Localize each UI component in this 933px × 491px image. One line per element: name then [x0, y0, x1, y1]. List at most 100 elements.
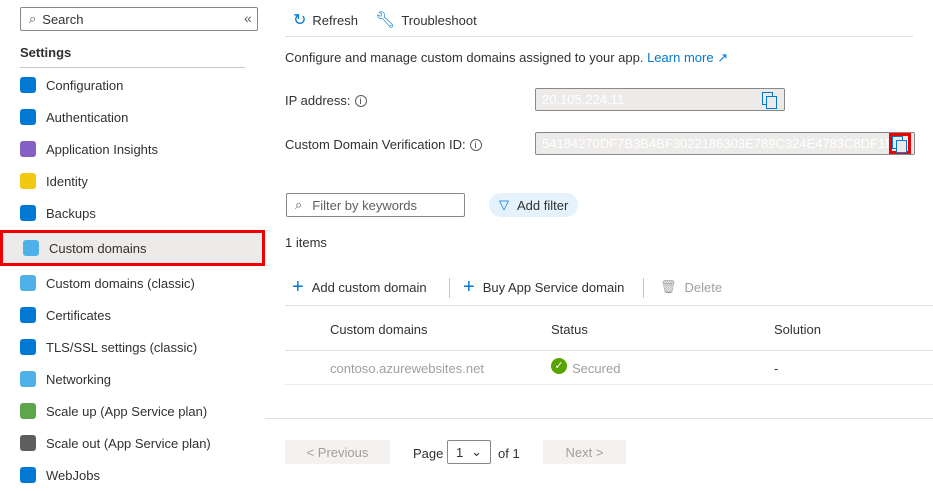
- sidebar-icon: [20, 205, 36, 221]
- learn-more-link[interactable]: Learn more ↗: [647, 50, 728, 65]
- delete-label: Delete: [684, 279, 723, 295]
- solution-cell: -: [774, 361, 779, 376]
- sidebar-icon: [20, 141, 36, 157]
- item-count: 1 items: [285, 235, 327, 250]
- next-button[interactable]: Next >: [543, 440, 626, 464]
- filter-input[interactable]: ⌕ Filter by keywords: [286, 193, 465, 217]
- refresh-button[interactable]: ↻ Refresh: [293, 10, 358, 30]
- divider: [285, 305, 933, 306]
- buy-domain-label: Buy App Service domain: [482, 279, 625, 295]
- ip-address-field[interactable]: 20.105.224.11: [535, 88, 785, 111]
- add-domain-label: Add custom domain: [311, 279, 427, 295]
- plus-icon: +: [292, 276, 304, 298]
- sidebar-item-label: Custom domains: [49, 240, 147, 256]
- sidebar-item-configuration[interactable]: Configuration: [0, 69, 265, 101]
- page-select[interactable]: 1 ⌄: [447, 440, 491, 464]
- sidebar-item-label: Scale out (App Service plan): [46, 435, 211, 451]
- sidebar-icon: [20, 403, 36, 419]
- divider: [265, 418, 933, 419]
- table-row[interactable]: contoso.azurewebsites.net ✓ Secured -: [285, 351, 933, 385]
- sidebar-item-authentication[interactable]: Authentication: [0, 101, 265, 133]
- sidebar-item-label: Certificates: [46, 307, 112, 323]
- page-total: of 1: [498, 446, 520, 461]
- sidebar-icon: [20, 435, 36, 451]
- sidebar-nav: Configuration Authentication Application I…: [0, 69, 265, 491]
- external-link-icon: ↗: [717, 50, 729, 65]
- plus-icon: +: [463, 276, 475, 298]
- add-filter-label: Add filter: [517, 197, 569, 213]
- sidebar-icon: [20, 275, 36, 291]
- troubleshoot-button[interactable]: 🔧︎ Troubleshoot: [375, 10, 477, 30]
- column-header-status[interactable]: Status: [551, 322, 588, 337]
- sidebar-icon: [20, 371, 36, 387]
- search-input[interactable]: ⌕ Search: [20, 7, 258, 31]
- divider: [285, 36, 913, 37]
- ip-label-text: IP address:: [285, 93, 351, 108]
- sidebar-icon: [20, 339, 36, 355]
- sidebar-item-scale-out-app-service-plan[interactable]: Scale out (App Service plan): [0, 427, 265, 459]
- sidebar-item-label: Application Insights: [46, 141, 159, 157]
- sidebar-item-label: WebJobs: [46, 467, 100, 483]
- sidebar-icon: [20, 77, 36, 93]
- refresh-icon: ↻: [293, 12, 307, 29]
- search-placeholder: Search: [42, 11, 84, 27]
- troubleshoot-label: Troubleshoot: [401, 12, 477, 28]
- sidebar-item-custom-domains-classic[interactable]: Custom domains (classic): [0, 267, 265, 299]
- sidebar-item-identity[interactable]: Identity: [0, 165, 265, 197]
- ip-address-label: IP address: i: [285, 93, 367, 108]
- search-icon: ⌕: [29, 11, 37, 26]
- trash-icon: 🗑︎: [660, 279, 677, 294]
- sidebar-item-scale-up-app-service-plan[interactable]: Scale up (App Service plan): [0, 395, 265, 427]
- collapse-sidebar-button[interactable]: «: [244, 10, 252, 26]
- sidebar-item-certificates[interactable]: Certificates: [0, 299, 265, 331]
- buy-domain-button[interactable]: + Buy App Service domain: [463, 276, 625, 298]
- description-text: Configure and manage custom domains assi…: [285, 50, 644, 65]
- verification-label-text: Custom Domain Verification ID:: [285, 137, 466, 152]
- check-icon: ✓: [551, 358, 567, 374]
- sidebar-item-label: Custom domains (classic): [46, 275, 195, 291]
- sidebar-icon: [20, 307, 36, 323]
- add-custom-domain-button[interactable]: + Add custom domain: [292, 276, 427, 298]
- verification-id-field[interactable]: 54184270DF7B3B4BF3022186303E789C324E4783…: [535, 132, 915, 155]
- sidebar-item-backups[interactable]: Backups: [0, 197, 265, 229]
- verification-id-label: Custom Domain Verification ID: i: [285, 137, 482, 152]
- sidebar-icon: [20, 467, 36, 483]
- divider: [449, 278, 450, 298]
- sidebar-icon: [20, 109, 36, 125]
- info-icon[interactable]: i: [469, 138, 482, 151]
- divider: [20, 67, 245, 68]
- status-cell: Secured: [572, 361, 621, 376]
- column-header-solution[interactable]: Solution: [774, 322, 821, 337]
- sidebar-icon: [23, 240, 39, 256]
- copy-icon[interactable]: [762, 92, 777, 109]
- delete-button[interactable]: 🗑︎ Delete: [660, 279, 722, 295]
- domain-cell[interactable]: contoso.azurewebsites.net: [330, 361, 484, 376]
- learn-more-label: Learn more: [647, 50, 714, 65]
- chevron-down-icon: ⌄: [471, 444, 482, 459]
- sidebar-item-networking[interactable]: Networking: [0, 363, 265, 395]
- sidebar-item-label: TLS/SSL settings (classic): [46, 339, 198, 355]
- ip-value: 20.105.224.11: [542, 92, 625, 107]
- wrench-icon: 🔧︎: [375, 12, 396, 29]
- description: Configure and manage custom domains assi…: [285, 50, 728, 66]
- divider: [643, 278, 644, 298]
- search-icon: ⌕: [295, 197, 303, 212]
- column-header-domain[interactable]: Custom domains: [330, 322, 428, 337]
- filter-icon: ▽: [499, 197, 509, 212]
- add-filter-button[interactable]: ▽ Add filter: [489, 193, 579, 217]
- sidebar-item-webjobs[interactable]: WebJobs: [0, 459, 265, 491]
- page-label: Page: [413, 446, 444, 461]
- sidebar-icon: [20, 173, 36, 189]
- sidebar-item-custom-domains[interactable]: Custom domains: [0, 230, 265, 266]
- sidebar-item-tls-ssl-settings-classic[interactable]: TLS/SSL settings (classic): [0, 331, 265, 363]
- refresh-label: Refresh: [312, 12, 358, 28]
- sidebar-item-application-insights[interactable]: Application Insights: [0, 133, 265, 165]
- sidebar-item-label: Authentication: [46, 109, 129, 125]
- previous-button[interactable]: < Previous: [285, 440, 390, 464]
- sidebar-item-label: Configuration: [46, 77, 124, 93]
- filter-placeholder: Filter by keywords: [312, 197, 418, 213]
- copy-icon[interactable]: [889, 133, 911, 154]
- sidebar-item-label: Networking: [46, 371, 112, 387]
- info-icon[interactable]: i: [354, 94, 367, 107]
- sidebar-item-label: Backups: [46, 205, 96, 221]
